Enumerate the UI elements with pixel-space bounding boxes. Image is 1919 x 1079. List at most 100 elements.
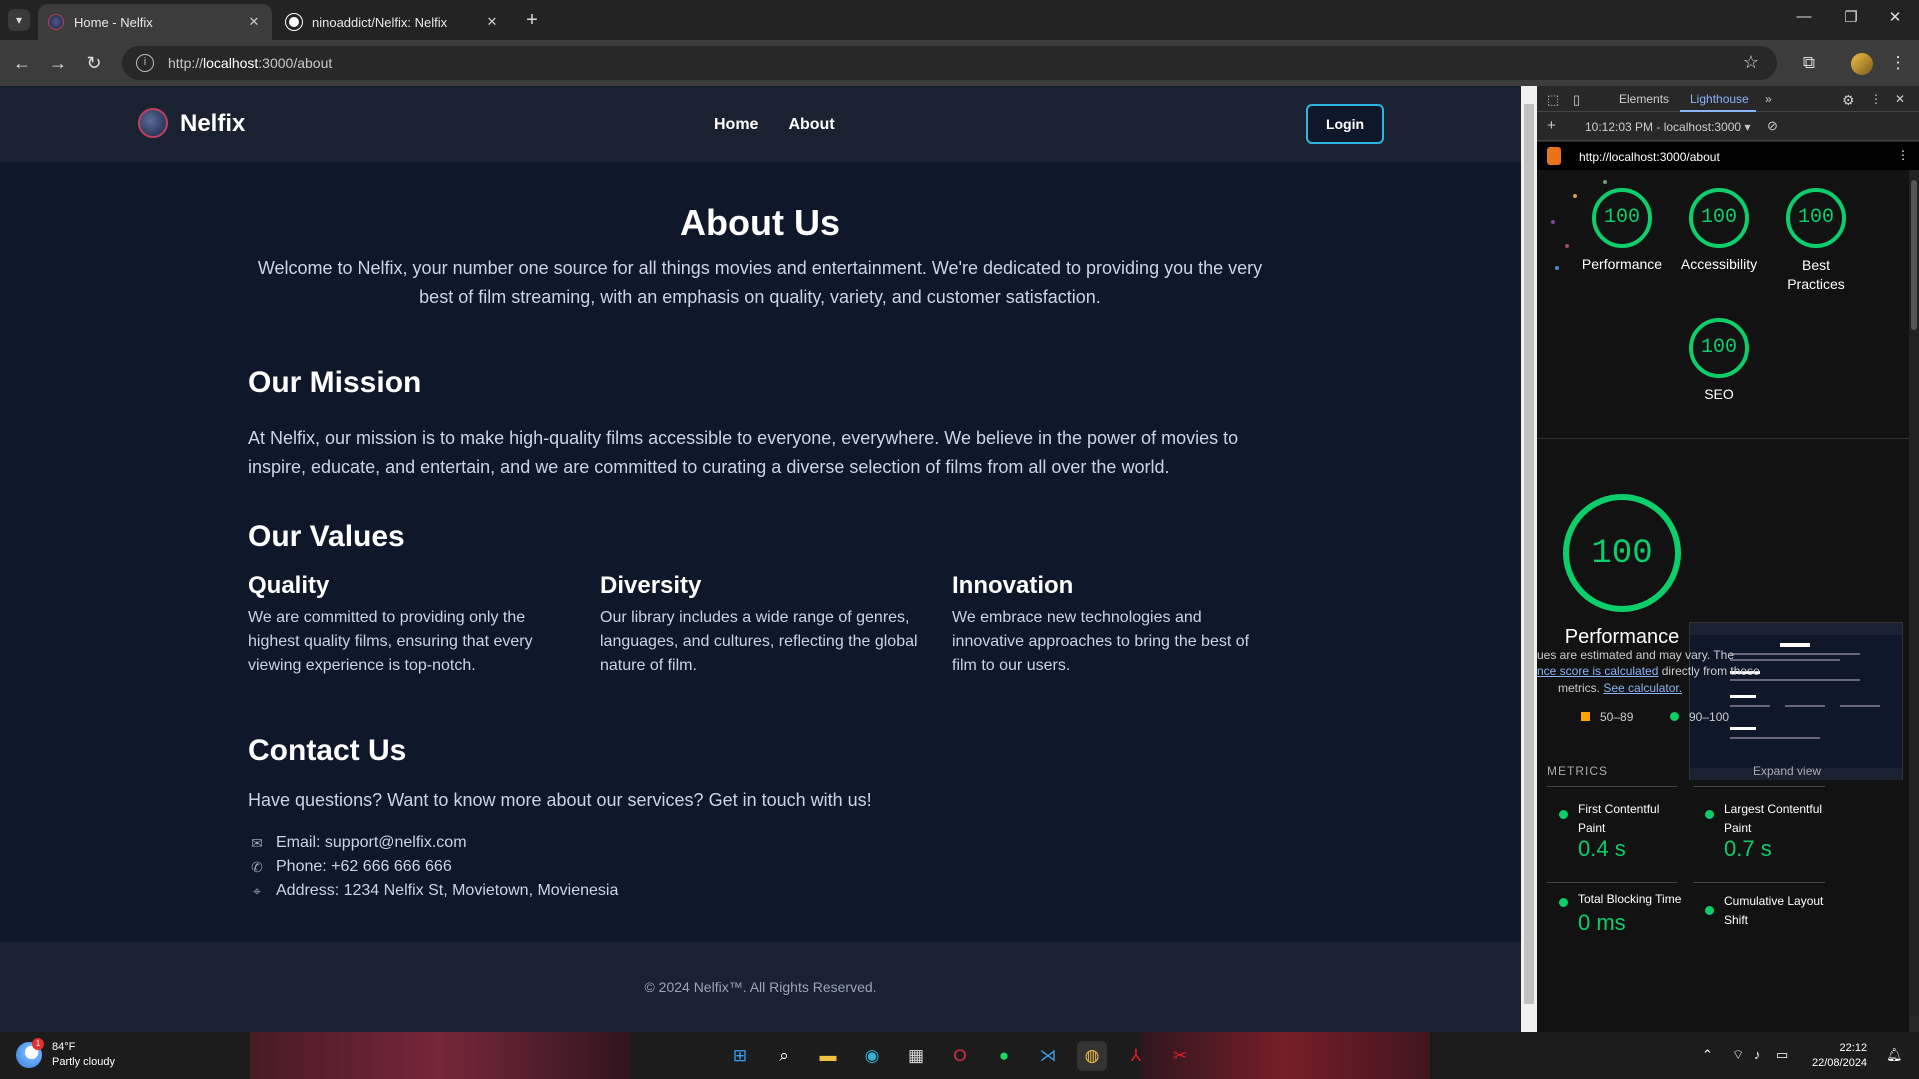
nelfix-favicon-icon [48,14,64,30]
snipping-tool-icon[interactable]: ✂ [1165,1041,1195,1071]
accessibility-label: Accessibility [1680,256,1758,272]
devtools-scrollbar-thumb[interactable] [1911,180,1917,330]
metric-status-dot [1559,898,1568,907]
brand-name[interactable]: Nelfix [180,110,245,138]
weather-widget[interactable]: 1 84°F Partly cloudy [16,1038,115,1070]
expand-view-toggle[interactable]: Expand view [1753,764,1821,778]
devtools-tab-lighthouse[interactable]: Lighthouse [1690,92,1749,106]
performance-score-gauge[interactable]: 100 [1592,188,1652,248]
report-url[interactable]: http://localhost:3000/about [1579,150,1720,164]
legend-high: 90–100 [1670,710,1729,724]
best-practices-label: Best Practices [1787,257,1845,292]
contact-address: ⌖ Address: 1234 Nelfix St, Movietown, Mo… [248,882,618,900]
page-scrollbar[interactable] [1521,86,1537,1032]
window-close-icon[interactable]: ✕ [1880,8,1910,26]
back-arrow-icon[interactable]: ← [10,51,34,75]
lighthouse-logo-icon [1547,147,1561,165]
best-practices-score-gauge[interactable]: 100 [1786,188,1846,248]
bookmark-star-icon[interactable]: ☆ [1743,52,1759,73]
copyright-text: © 2024 Nelfix™. All Rights Reserved. [644,979,877,995]
wifi-icon[interactable]: ⌔ [1732,1047,1744,1063]
contact-heading: Contact Us [248,734,407,767]
metric-tbt-value: 0 ms [1578,910,1626,935]
contact-address-text: Address: 1234 Nelfix St, Movietown, Movi… [276,882,619,899]
score-note-line3: metrics. See calculator. [1558,681,1683,695]
devtools-menu-icon[interactable]: ⋮ [1870,92,1882,106]
page-screenshot-thumbnail[interactable] [1689,622,1903,780]
confetti-decoration [1547,180,1607,280]
values-heading: Our Values [248,520,405,553]
settings-gear-icon[interactable]: ⚙ [1842,92,1855,109]
spotify-icon[interactable]: ● [989,1041,1019,1071]
nav-home-link[interactable]: Home [714,116,758,134]
nav-about-link[interactable]: About [788,116,834,134]
page-scrollbar-thumb[interactable] [1524,104,1534,1004]
reload-icon[interactable]: ↻ [82,51,106,75]
tray-overflow-icon[interactable]: ⌃ [1702,1047,1713,1063]
login-button[interactable]: Login [1306,104,1384,144]
forward-arrow-icon[interactable]: → [46,51,70,75]
phone-icon: ✆ [251,858,263,875]
address-bar[interactable]: i http://localhost:3000/about ☆ [122,46,1777,80]
edge-icon[interactable]: ◉ [857,1041,887,1071]
file-explorer-icon[interactable]: ▬ [813,1041,843,1071]
site-info-icon[interactable]: i [136,54,154,72]
notifications-bell-icon[interactable]: 🔔︎ [1886,1047,1903,1063]
seo-label: SEO [1704,386,1734,402]
close-devtools-icon[interactable]: ✕ [1895,92,1905,106]
tab-title: Home - Nelfix [74,14,153,30]
close-tab-icon[interactable]: ✕ [484,14,500,30]
report-menu-icon[interactable]: ⋮ [1897,148,1909,162]
legend-mid: 50–89 [1581,710,1633,724]
vscode-icon[interactable]: ⋊ [1033,1041,1063,1071]
new-report-plus-icon[interactable]: + [1547,117,1556,134]
nelfix-logo-icon[interactable] [138,108,168,138]
minimize-icon[interactable]: — [1789,8,1819,25]
page-title: About Us [680,202,840,243]
see-calculator-link[interactable]: See calculator. [1603,681,1682,695]
clear-reports-icon[interactable]: ⊘ [1767,118,1778,134]
devtools-tab-elements[interactable]: Elements [1619,92,1669,106]
url-text: http://localhost:3000/about [168,55,333,71]
clock-date: 22/08/2024 [1812,1057,1868,1069]
tab-search-button[interactable]: ▾ [8,9,30,31]
device-toolbar-icon[interactable]: ▯ [1573,92,1580,108]
envelope-icon: ✉ [251,834,263,851]
volume-icon[interactable]: ♪ [1754,1047,1761,1062]
extensions-puzzle-icon[interactable]: ⧉ [1797,51,1821,75]
menu-dots-icon[interactable]: ⋮ [1886,51,1910,75]
metric-tbt-label: Total Blocking Time [1578,892,1682,906]
devtools-tab-bar: ⬚ ▯ Elements Lighthouse » ⚙ ⋮ ✕ [1537,86,1919,112]
devtools-scrollbar[interactable] [1909,170,1919,1016]
opera-icon[interactable]: O [945,1041,975,1071]
site-header: Nelfix Home About Login [0,86,1521,162]
more-tabs-icon[interactable]: » [1765,92,1772,106]
search-icon[interactable]: ⌕ [769,1041,799,1071]
intro-paragraph: Welcome to Nelfix, your number one sourc… [257,258,1263,307]
system-clock[interactable]: 22:12 22/08/2024 [1812,1041,1867,1071]
chrome-icon[interactable]: ◍ [1077,1041,1107,1071]
restore-icon[interactable]: ❐ [1836,8,1866,26]
battery-icon[interactable]: ▭ [1776,1047,1788,1063]
new-tab-plus-icon[interactable]: + [520,8,544,32]
profile-avatar[interactable] [1851,53,1873,75]
microsoft-store-icon[interactable]: ▦ [901,1041,931,1071]
windows-start-icon[interactable]: ⊞ [725,1041,755,1071]
tab-home-nelfix[interactable]: Home - Nelfix ✕ [38,4,272,40]
acrobat-icon[interactable]: ⅄ [1121,1041,1151,1071]
browser-tab-strip: ▾ Home - Nelfix ✕ ninoaddict/Nelfix: Nel… [0,0,1919,40]
report-selector[interactable]: 10:12:03 PM - localhost:3000 ▾ [1585,120,1750,134]
inspect-element-icon[interactable]: ⬚ [1547,92,1559,108]
metric-status-dot [1705,906,1714,915]
contact-intro: Have questions? Want to know more about … [248,790,872,810]
tab-github-nelfix[interactable]: ninoaddict/Nelfix: Nelfix ✕ [276,4,510,40]
value-text: We embrace new technologies and innovati… [952,609,1250,674]
score-note-line1: ues are estimated and may vary. The [1537,648,1734,662]
seo-score-gauge[interactable]: 100 [1689,318,1749,378]
page-viewport: Nelfix Home About Login About Us Welcome… [0,86,1521,1032]
section-divider [1537,438,1909,439]
score-calculated-link[interactable]: nce score is calculated [1537,664,1658,678]
close-tab-icon[interactable]: ✕ [246,14,262,30]
accessibility-score-gauge[interactable]: 100 [1689,188,1749,248]
browser-toolbar: ← → ↻ i http://localhost:3000/about ☆ ⧉ … [0,40,1919,86]
